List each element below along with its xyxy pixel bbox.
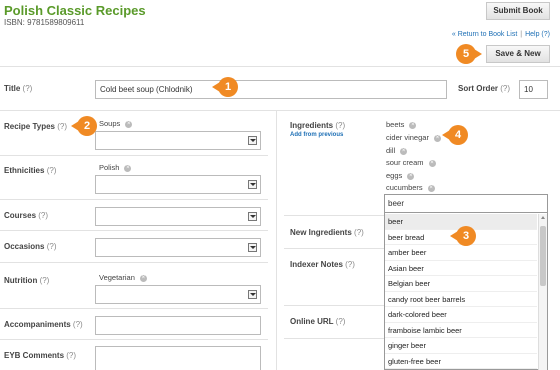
nutrition-select[interactable] <box>95 285 261 304</box>
help-icon[interactable]: (?) <box>38 211 48 220</box>
recipe-types-select[interactable] <box>95 131 261 150</box>
help-icon[interactable]: (?) <box>345 260 355 269</box>
help-icon[interactable]: (?) <box>335 121 345 130</box>
remove-tag-icon[interactable]: × <box>124 164 132 172</box>
autocomplete-option[interactable]: Asian beer <box>385 261 537 276</box>
ethnicities-label: Ethnicities (?) <box>4 166 57 175</box>
callout-badge: 5 <box>456 44 482 64</box>
autocomplete-option[interactable]: dark-colored beer <box>385 307 537 323</box>
autocomplete-option[interactable]: framboise lambic beer <box>385 323 537 338</box>
isbn-text: ISBN: 9781589809611 <box>4 18 85 27</box>
callout-badge: 1 <box>212 77 238 97</box>
top-links: « Return to Book List | Help (?) <box>452 31 550 38</box>
remove-tag-icon[interactable]: × <box>433 134 441 142</box>
autocomplete-option[interactable]: ginger beer <box>385 338 537 354</box>
help-icon[interactable]: (?) <box>336 317 346 326</box>
scroll-up-icon[interactable] <box>541 216 545 219</box>
title-label: Title (?) <box>4 84 33 93</box>
help-icon[interactable]: (?) <box>354 228 364 237</box>
help-icon[interactable]: (?) <box>23 84 33 93</box>
dropdown-arrow-icon[interactable] <box>248 243 257 252</box>
courses-select[interactable] <box>95 207 261 226</box>
header-divider <box>0 66 560 67</box>
recipe-types-label: Recipe Types (?) <box>4 122 67 131</box>
submit-book-button[interactable]: Submit Book <box>486 2 550 20</box>
remove-tag-icon[interactable]: × <box>400 147 408 155</box>
remove-tag-icon[interactable]: × <box>125 120 133 128</box>
autocomplete-option[interactable]: candy root beer barrels <box>385 292 537 307</box>
sort-order-input[interactable]: 10 <box>519 80 548 99</box>
occasions-select[interactable] <box>95 238 261 257</box>
help-icon[interactable]: (?) <box>66 351 76 360</box>
ingredient-tag: cider vinegar × <box>386 133 441 142</box>
remove-tag-icon[interactable]: × <box>428 159 436 167</box>
help-icon[interactable]: (?) <box>47 242 57 251</box>
return-to-book-list-link[interactable]: « Return to Book List <box>452 31 517 38</box>
help-icon[interactable]: (?) <box>40 276 50 285</box>
ingredient-tag: eggs × <box>386 171 415 180</box>
title-input[interactable]: Cold beet soup (Chlodnik) <box>95 80 447 99</box>
callout-badge: 2 <box>71 116 97 136</box>
help-icon[interactable]: (?) <box>57 122 67 131</box>
remove-tag-icon[interactable]: × <box>139 274 147 282</box>
row-divider <box>284 248 384 249</box>
recipe-edit-page: Polish Classic Recipes ISBN: 97815898096… <box>0 0 560 370</box>
dropdown-arrow-icon[interactable] <box>248 212 257 221</box>
row-divider <box>0 308 268 309</box>
link-separator: | <box>520 31 523 38</box>
ingredients-label: Ingredients (?) <box>290 121 346 130</box>
row-divider <box>0 339 268 340</box>
occasions-label: Occasions (?) <box>4 242 57 251</box>
help-icon[interactable]: (?) <box>500 84 510 93</box>
title-row-divider <box>0 110 560 111</box>
help-icon[interactable]: (?) <box>73 320 83 329</box>
row-divider <box>284 338 384 339</box>
eyb-comments-textarea[interactable] <box>95 346 261 370</box>
autocomplete-option[interactable]: Belgian beer <box>385 276 537 292</box>
scroll-thumb[interactable] <box>540 226 546 286</box>
courses-label: Courses (?) <box>4 211 49 220</box>
callout-badge: 3 <box>450 226 476 246</box>
ingredient-tag: beets × <box>386 120 417 129</box>
autocomplete-option[interactable]: gluten-free beer <box>385 354 537 369</box>
new-ingredients-label: New Ingredients (?) <box>290 228 364 237</box>
ingredient-input[interactable]: beer <box>384 194 548 213</box>
row-divider <box>0 155 268 156</box>
book-title: Polish Classic Recipes <box>4 3 146 18</box>
dropdown-arrow-icon[interactable] <box>248 290 257 299</box>
remove-tag-icon[interactable]: × <box>407 172 415 180</box>
ethnicity-tag: Polish × <box>99 163 132 172</box>
row-divider <box>284 305 384 306</box>
dropdown-arrow-icon[interactable] <box>248 136 257 145</box>
help-link[interactable]: Help (?) <box>525 31 550 38</box>
indexer-notes-label: Indexer Notes (?) <box>290 260 355 269</box>
dropdown-arrow-icon[interactable] <box>248 180 257 189</box>
remove-tag-icon[interactable]: × <box>427 184 435 192</box>
help-icon[interactable]: (?) <box>47 166 57 175</box>
autocomplete-option[interactable]: amber beer <box>385 245 537 261</box>
remove-tag-icon[interactable]: × <box>409 121 417 129</box>
accompaniments-input[interactable] <box>95 316 261 335</box>
ethnicities-select[interactable] <box>95 175 261 194</box>
column-divider <box>276 110 277 370</box>
ingredient-tag: dill × <box>386 146 408 155</box>
row-divider <box>0 199 268 200</box>
eyb-comments-label: EYB Comments (?) <box>4 351 77 360</box>
online-url-label: Online URL (?) <box>290 317 346 326</box>
ingredient-tag: cucumbers × <box>386 183 435 192</box>
callout-badge: 4 <box>442 125 468 145</box>
row-divider <box>0 230 268 231</box>
nutrition-tag: Vegetarian × <box>99 273 147 282</box>
recipe-type-tag: Soups × <box>99 119 133 128</box>
nutrition-label: Nutrition (?) <box>4 276 50 285</box>
accompaniments-label: Accompaniments (?) <box>4 320 83 329</box>
ingredient-tag: sour cream × <box>386 158 436 167</box>
add-from-previous-link[interactable]: Add from previous <box>290 132 343 138</box>
autocomplete-scrollbar[interactable] <box>538 214 547 370</box>
row-divider <box>284 215 384 216</box>
sort-order-label: Sort Order (?) <box>458 84 511 93</box>
row-divider <box>0 262 268 263</box>
save-and-new-button[interactable]: Save & New <box>486 45 550 63</box>
